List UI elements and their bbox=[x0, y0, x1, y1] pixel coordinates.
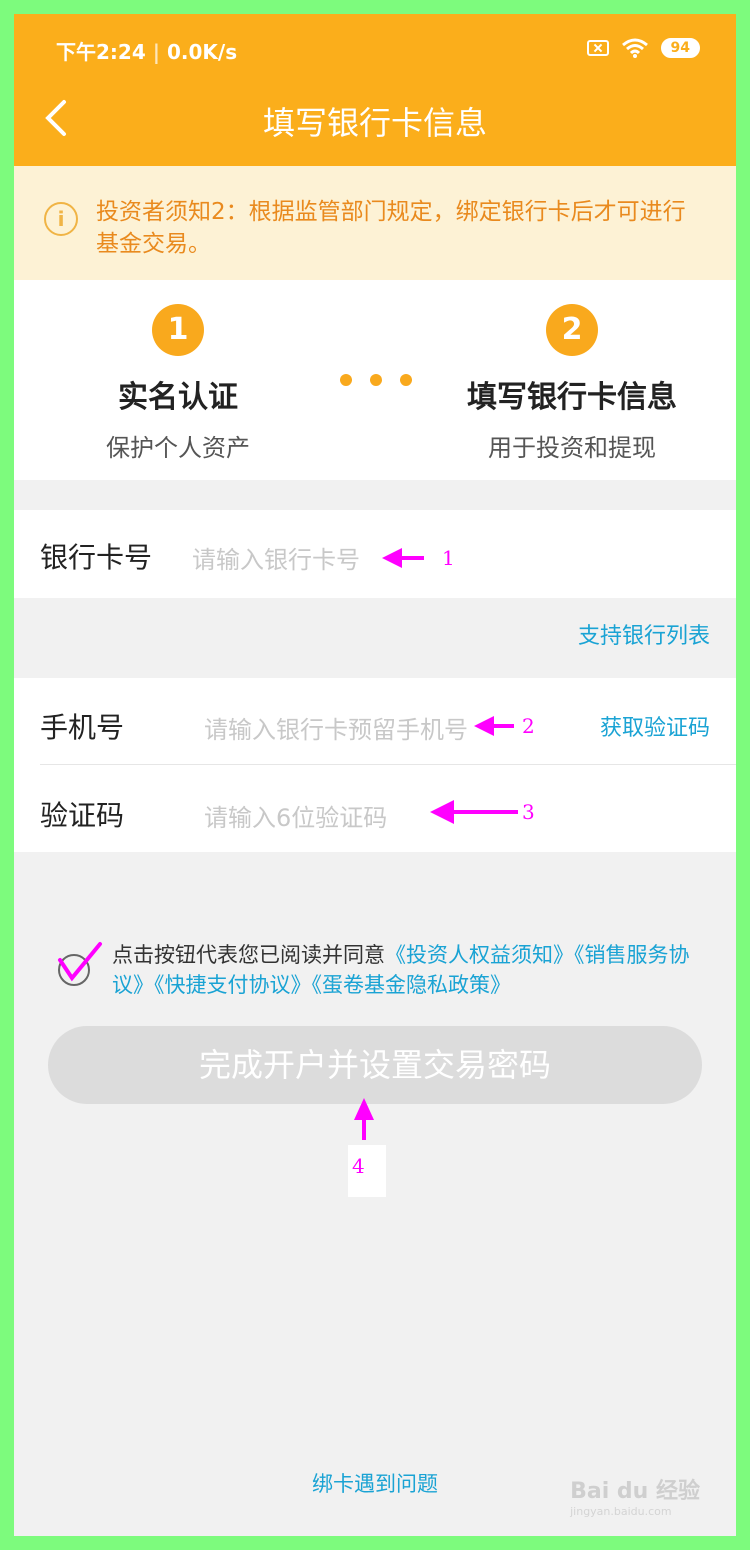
baidu-watermark: Bai du 经验 jingyan.baidu.com bbox=[570, 1473, 700, 1518]
annotation-arrows bbox=[58, 548, 518, 1140]
annotation-label-3: 3 bbox=[522, 800, 535, 824]
annotation-label-2: 2 bbox=[522, 714, 535, 738]
annotation-label-1: 1 bbox=[442, 546, 455, 570]
watermark-url: jingyan.baidu.com bbox=[570, 1505, 672, 1518]
annotation-checkmark bbox=[58, 942, 102, 982]
app-frame: 下午2:24 | 0.0K/s 94 填写银行卡信息 i 投资者须知2：根据监管… bbox=[14, 14, 736, 1536]
annotation-label-4: 4 bbox=[352, 1154, 365, 1178]
watermark-brand: Bai du 经验 bbox=[570, 1479, 700, 1504]
